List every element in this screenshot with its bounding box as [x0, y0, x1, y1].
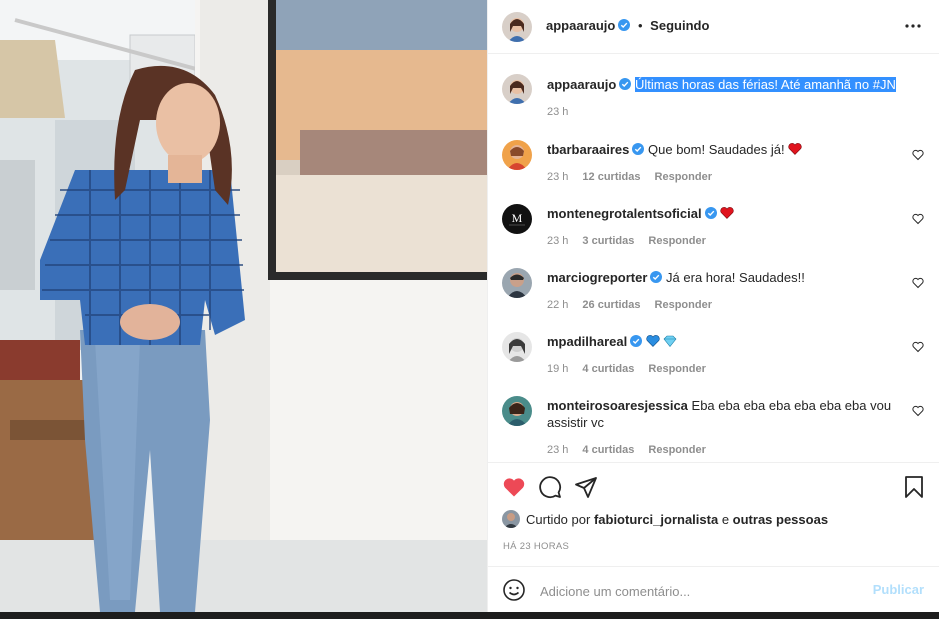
post-photo[interactable]	[0, 0, 487, 612]
commenter-avatar[interactable]: M	[502, 204, 532, 234]
comment-username[interactable]: mpadilhareal	[547, 334, 627, 349]
bookmark-icon[interactable]	[902, 475, 926, 499]
comment-meta: 19 h 4 curtidas Responder	[547, 361, 899, 378]
comment-time[interactable]: 23 h	[547, 444, 568, 456]
comment-row: monteirosoaresjessica Eba eba eba eba eb…	[488, 396, 939, 462]
emoji-icon[interactable]	[502, 578, 526, 602]
follow-button[interactable]: Seguindo	[650, 18, 709, 33]
commenter-avatar[interactable]	[502, 332, 532, 362]
comment-meta: 22 h 26 curtidas Responder	[547, 297, 899, 314]
comment-likes[interactable]: 12 curtidas	[582, 171, 640, 183]
liker-avatar[interactable]	[502, 510, 520, 528]
red-heart-emoji-icon	[788, 143, 802, 155]
commenter-avatar[interactable]	[502, 396, 532, 426]
like-comment-icon[interactable]	[912, 341, 924, 353]
comment-time[interactable]: 23 h	[547, 235, 568, 247]
commenter-avatar[interactable]	[502, 268, 532, 298]
author-username[interactable]: appaaraujo	[546, 18, 615, 33]
header-separator: •	[637, 18, 643, 33]
post-header: appaaraujo • Seguindo	[488, 0, 939, 54]
others-link[interactable]: outras pessoas	[733, 512, 828, 527]
verified-badge-icon	[704, 207, 717, 219]
comment-likes[interactable]: 3 curtidas	[582, 235, 634, 247]
like-comment-icon[interactable]	[912, 277, 924, 289]
comment-likes[interactable]: 26 curtidas	[582, 299, 640, 311]
caption-meta: 23 h	[547, 104, 899, 121]
comment-text: Já era hora! Saudades!!	[666, 270, 805, 285]
comment-username[interactable]: tbarbaraaires	[547, 142, 629, 157]
red-heart-emoji-icon	[720, 207, 734, 219]
comment-likes[interactable]: 4 curtidas	[582, 444, 634, 456]
heart-filled-icon[interactable]	[502, 475, 526, 499]
caption-time[interactable]: 23 h	[547, 106, 568, 118]
commenter-avatar[interactable]	[502, 140, 532, 170]
comment-row: marciogreporter Já era hora! Saudades!! …	[488, 268, 939, 324]
add-comment-bar: Publicar	[488, 566, 939, 612]
comment-icon[interactable]	[538, 475, 562, 499]
publish-button[interactable]: Publicar	[873, 582, 924, 597]
comment-time[interactable]: 19 h	[547, 363, 568, 375]
verified-badge-icon	[650, 271, 663, 283]
comment-input[interactable]	[538, 575, 862, 607]
blue-heart-emoji-icon	[646, 335, 660, 347]
comment-row: M montenegrotalentsoficial 23 h 3 curtida…	[488, 204, 939, 260]
caption-text: Últimas horas das férias! Até amanhã no …	[634, 77, 896, 92]
liked-by: Curtido por fabioturci_jornalista e outr…	[502, 510, 828, 528]
verified-badge-icon	[632, 143, 645, 155]
verified-badge-icon	[618, 19, 631, 31]
comment-row: mpadilhareal 19 h 4 curtidas Responder	[488, 332, 939, 388]
taskbar-edge	[0, 612, 939, 619]
comment-username[interactable]: marciogreporter	[547, 270, 647, 285]
comments-list[interactable]: appaaraujo Últimas horas das férias! Até…	[488, 54, 939, 462]
post-image	[0, 0, 487, 612]
like-comment-icon[interactable]	[912, 405, 924, 417]
caption-avatar[interactable]	[502, 74, 532, 104]
comment-meta: 23 h 3 curtidas Responder	[547, 233, 899, 250]
post-actions	[488, 462, 939, 510]
comment-username[interactable]: montenegrotalentsoficial	[547, 206, 702, 221]
verified-badge-icon	[630, 335, 643, 347]
comment-time[interactable]: 22 h	[547, 299, 568, 311]
comment-meta: 23 h 12 curtidas Responder	[547, 169, 899, 186]
verified-badge-icon	[619, 78, 632, 90]
diamond-emoji-icon	[664, 335, 677, 347]
comment-username[interactable]: monteirosoaresjessica	[547, 398, 688, 413]
reply-button[interactable]: Responder	[655, 171, 712, 183]
comment-time[interactable]: 23 h	[547, 171, 568, 183]
like-comment-icon[interactable]	[912, 213, 924, 225]
svg-text:M: M	[512, 211, 523, 225]
post-panel: appaaraujo • Seguindo appaaraujo Últimas…	[487, 0, 939, 612]
comment-text: Que bom! Saudades já!	[648, 142, 785, 157]
caption-username[interactable]: appaaraujo	[547, 77, 616, 92]
reply-button[interactable]: Responder	[655, 299, 712, 311]
reply-button[interactable]: Responder	[648, 444, 705, 456]
reply-button[interactable]: Responder	[648, 235, 705, 247]
liked-connector: e	[721, 511, 730, 527]
liked-prefix: Curtido por	[526, 511, 591, 527]
header-user: appaaraujo • Seguindo	[546, 18, 709, 33]
share-icon[interactable]	[574, 475, 598, 499]
more-horizontal-icon[interactable]	[902, 16, 924, 36]
comment-row: tbarbaraaires Que bom! Saudades já! 23 h…	[488, 140, 939, 196]
comment-meta: 23 h 4 curtidas Responder	[547, 442, 899, 459]
reply-button[interactable]: Responder	[648, 363, 705, 375]
liker-username[interactable]: fabioturci_jornalista	[594, 512, 718, 527]
post-timestamp[interactable]: HÁ 23 HORAS	[503, 541, 569, 552]
author-avatar[interactable]	[502, 12, 532, 42]
comment-likes[interactable]: 4 curtidas	[582, 363, 634, 375]
caption-row: appaaraujo Últimas horas das férias! Até…	[488, 74, 939, 134]
like-comment-icon[interactable]	[912, 149, 924, 161]
